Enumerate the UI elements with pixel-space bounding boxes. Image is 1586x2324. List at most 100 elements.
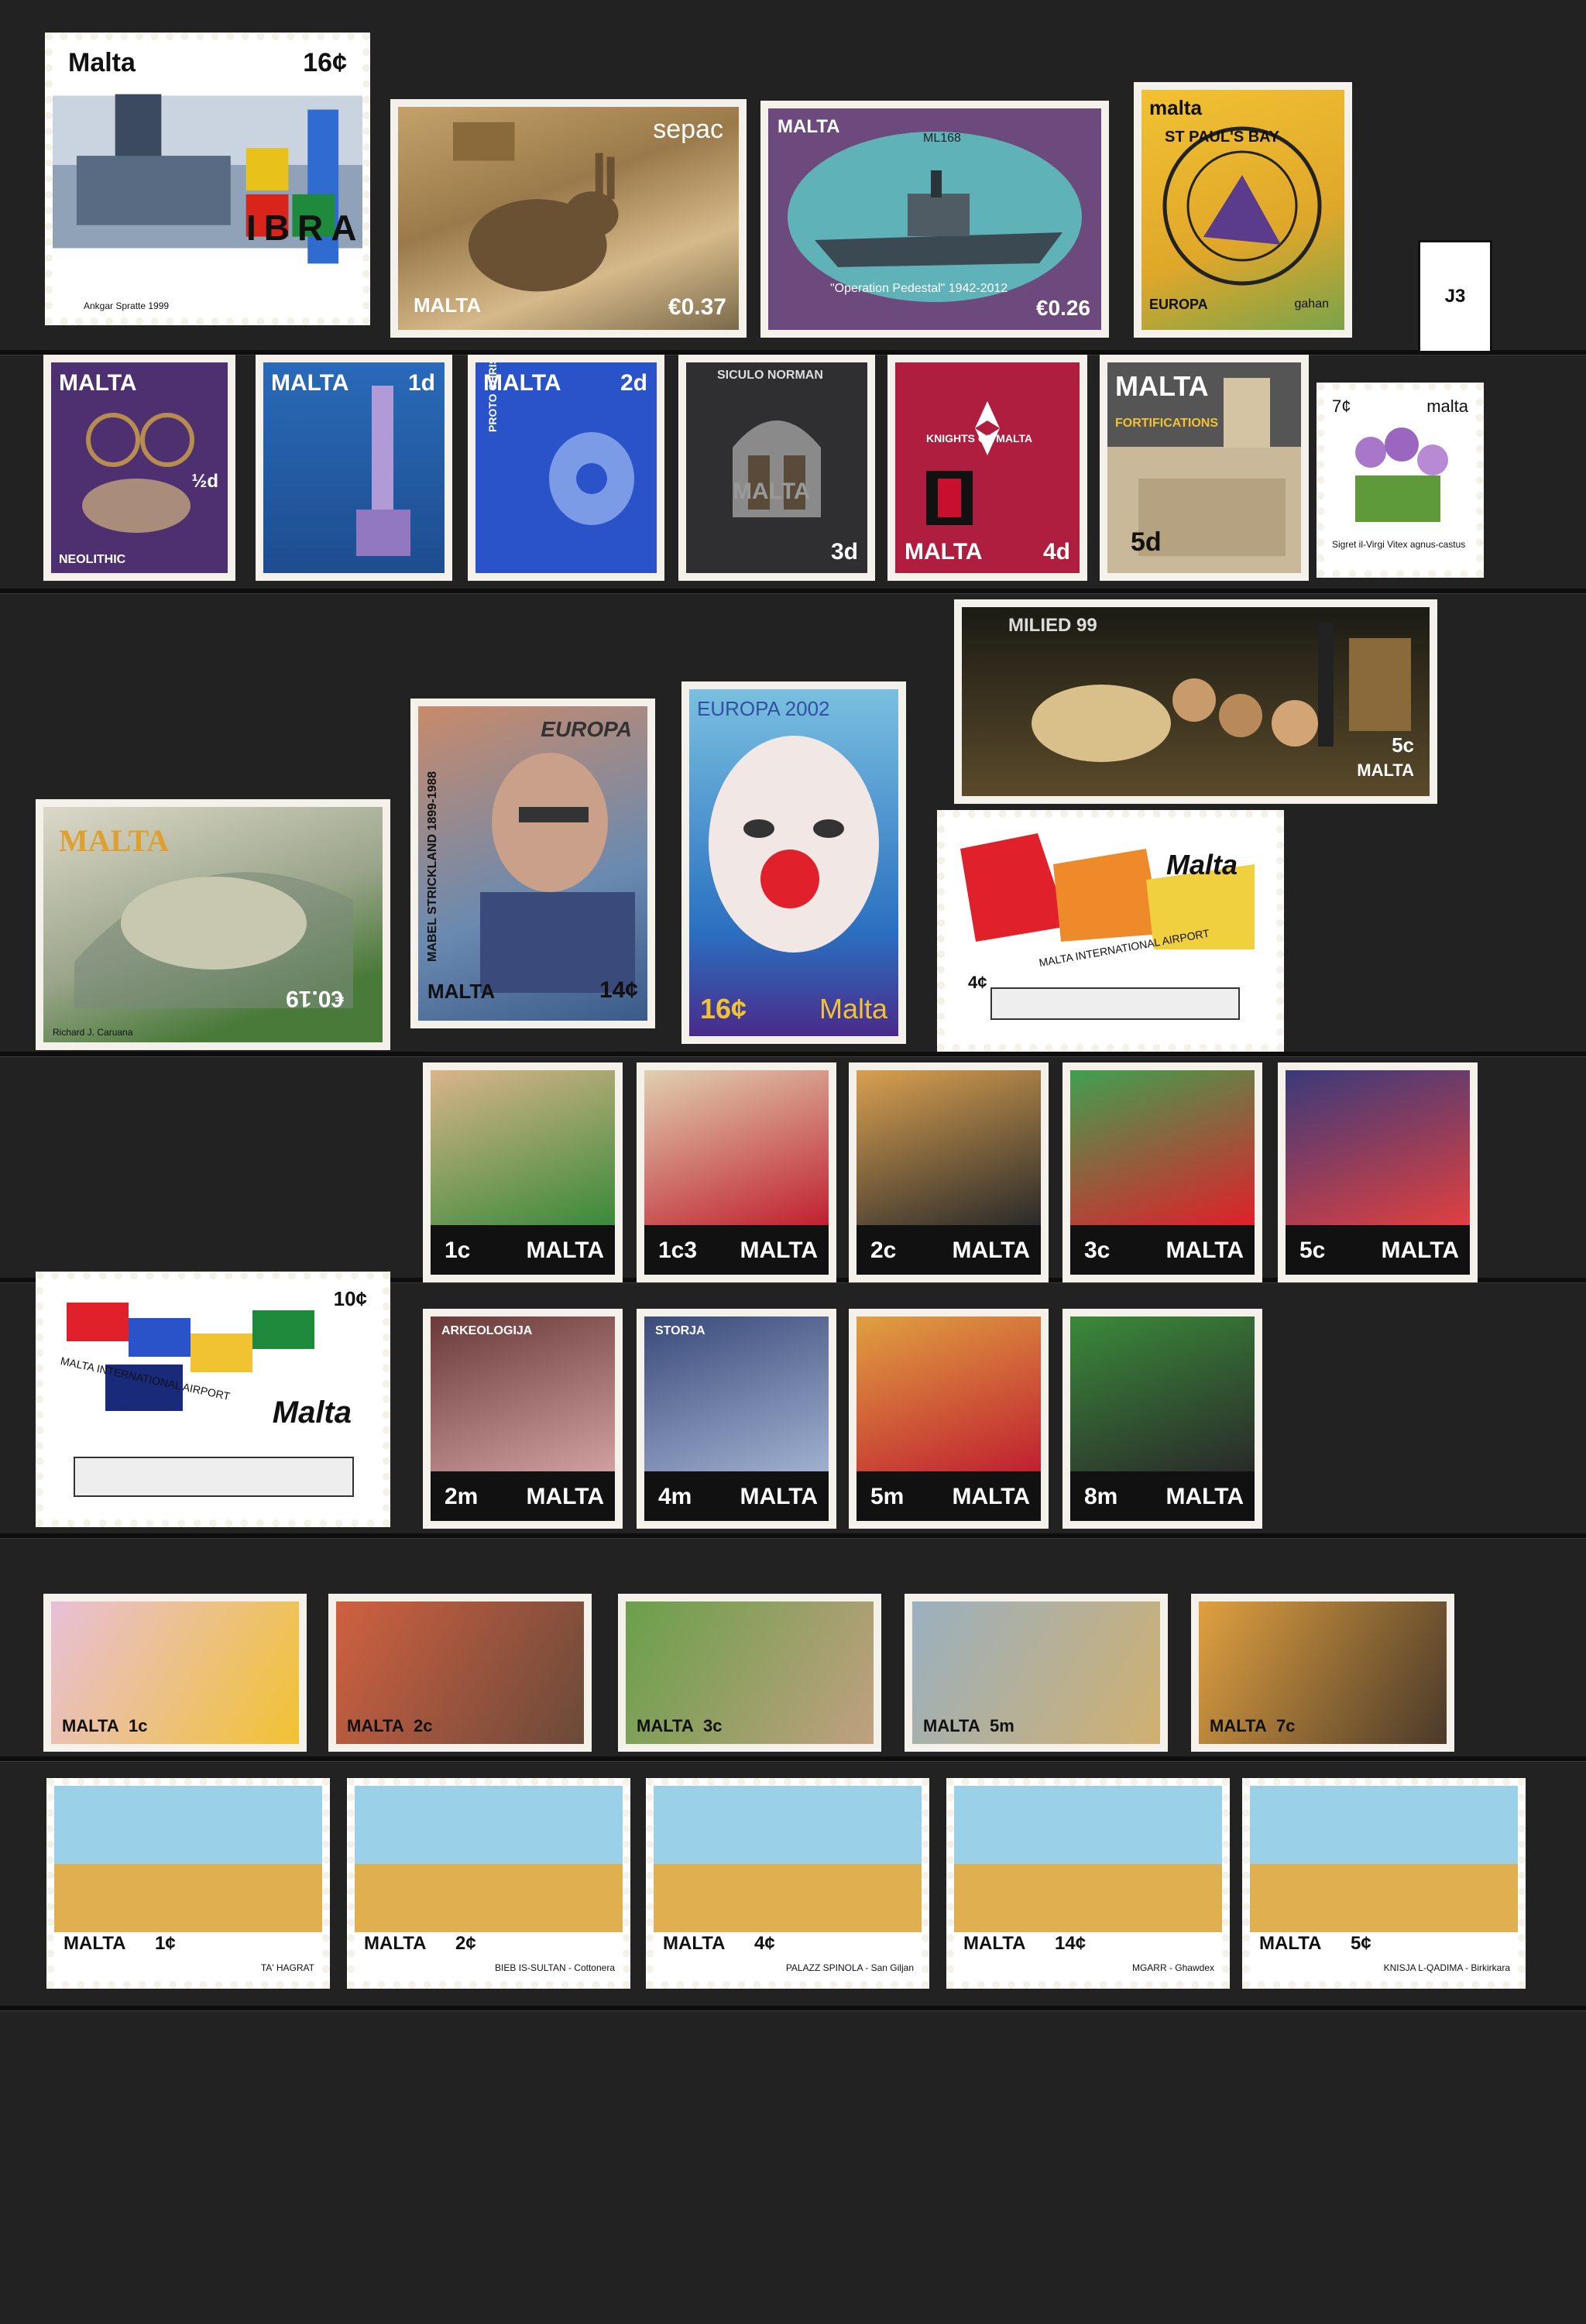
country-label: MALTA — [526, 1238, 604, 1263]
value-label: €0.26 — [1035, 296, 1090, 320]
stamp-occupation-4[interactable]: MALTA 7c — [1191, 1594, 1454, 1752]
stamp-proto-christian[interactable]: MALTA 2d PROTO CHRISTIAN — [468, 355, 664, 581]
theme-label: FORTIFICATIONS — [1115, 417, 1219, 430]
stamp-ship[interactable]: MALTA ML168 "Operation Pedestal" 1942-20… — [760, 101, 1109, 338]
stamp-airport-10c[interactable]: 10¢ Malta MALTA INTERNATIONAL AIRPORT — [36, 1272, 390, 1527]
stamp-airport-4c[interactable]: Malta MALTA INTERNATIONAL AIRPORT 4¢ — [937, 810, 1284, 1052]
stamp-occupation-0[interactable]: MALTA 1c — [43, 1594, 307, 1752]
stamp-clown[interactable]: EUROPA 2002 16¢ Malta — [681, 681, 906, 1044]
stamp-definitive-4[interactable]: 5c MALTA — [1278, 1062, 1478, 1282]
stamp-fortifications[interactable]: MALTA FORTIFICATIONS 5d — [1100, 355, 1309, 581]
album-strip — [0, 1533, 1586, 1539]
stamp-occupation-3[interactable]: MALTA 5m — [905, 1594, 1168, 1752]
stamp-history-3[interactable]: 8m MALTA — [1062, 1309, 1262, 1529]
value-label: 1c — [129, 1716, 148, 1735]
country-label: Malta — [272, 1395, 352, 1430]
album-strip — [0, 2006, 1586, 2011]
place-label: MGARR - Ghawdex — [1131, 1962, 1214, 1973]
stamp-landmark-2[interactable]: MALTA 4¢ PALAZZ SPINOLA - San Giljan — [646, 1778, 929, 1989]
postmark-label: ST PAUL'S BAY — [1165, 129, 1280, 146]
title-label: MILIED 99 — [1008, 615, 1097, 636]
country-label: Malta — [1165, 849, 1238, 881]
value-label: ½d — [191, 471, 218, 492]
country-label: MALTA — [364, 1933, 427, 1954]
country-label: Malta — [819, 993, 887, 1025]
country-label: MALTA — [963, 1933, 1026, 1954]
stamp-definitive-1[interactable]: 1c3 MALTA — [637, 1062, 836, 1282]
stamp-europa-1997[interactable]: malta ST PAUL'S BAY EUROPA gahan — [1134, 82, 1352, 338]
value-label: 4¢ — [968, 973, 987, 992]
stamp-carving[interactable]: MALTA €0.19 Richard J. Caruana — [36, 799, 390, 1050]
value-label: 1d — [407, 370, 435, 396]
stamp-siculo-norman[interactable]: SICULO NORMAN MALTA 3d — [678, 355, 875, 581]
value-label: 2¢ — [455, 1933, 476, 1954]
name-label: MABEL STRICKLAND 1899-1988 — [426, 771, 439, 962]
value-label: 2c — [870, 1238, 897, 1263]
country-label: MALTA — [526, 1484, 604, 1509]
country-label: MALTA — [427, 980, 496, 1003]
country-label: MALTA — [1165, 1238, 1244, 1263]
theme-label: STORJA — [655, 1324, 705, 1337]
credit-label: Ankgar Spratte 1999 — [84, 300, 170, 311]
country-label: MALTA — [663, 1933, 726, 1954]
place-label: BIEB IS-SULTAN - Cottonera — [495, 1962, 615, 1973]
value-label: 4¢ — [754, 1933, 775, 1954]
country-label: MALTA — [1381, 1238, 1459, 1263]
ibra-label: IBRA — [246, 208, 365, 248]
value-label: 5m — [870, 1484, 905, 1509]
value-label: 7¢ — [1332, 396, 1351, 416]
place-label: PALAZZ SPINOLA - San Giljan — [785, 1962, 914, 1973]
value-label: 8m — [1084, 1484, 1118, 1509]
stamp-history-1[interactable]: STORJA 4m MALTA — [637, 1309, 836, 1529]
country-label: MALTA — [778, 116, 840, 137]
album-strip — [0, 589, 1586, 594]
stamp-occupation-2[interactable]: MALTA 3c — [618, 1594, 881, 1752]
stamp-definitive-2[interactable]: 2c MALTA — [849, 1062, 1049, 1282]
value-label: €0.19 — [285, 986, 344, 1011]
place-label: TA' HAGRAT — [260, 1962, 314, 1973]
value-label: 14¢ — [599, 977, 638, 1003]
stamp-neolithic[interactable]: MALTA ½d NEOLITHIC — [43, 355, 235, 581]
stamp-landmark-0[interactable]: MALTA 1¢ TA' HAGRAT — [46, 1778, 330, 1989]
value-label: 10¢ — [333, 1287, 367, 1310]
country-label: MALTA — [347, 1716, 404, 1735]
stamp-occupation-1[interactable]: MALTA 2c — [328, 1594, 592, 1752]
value-label: 5¢ — [1351, 1933, 1371, 1954]
stamp-landmark-3[interactable]: MALTA 14¢ MGARR - Ghawdex — [946, 1778, 1230, 1989]
country-label: MALTA — [637, 1716, 694, 1735]
stamp-milied-99[interactable]: MILIED 99 5c MALTA — [954, 599, 1437, 804]
stamp-phoenician[interactable]: MALTA 1d — [256, 355, 452, 581]
stamp-definitive-3[interactable]: 3c MALTA — [1062, 1062, 1262, 1282]
value-label: 5c — [1392, 733, 1414, 757]
stamp-history-2[interactable]: 5m MALTA — [849, 1309, 1049, 1529]
stamp-landmark-1[interactable]: MALTA 2¢ BIEB IS-SULTAN - Cottonera — [347, 1778, 630, 1989]
country-label: MALTA — [740, 1238, 818, 1263]
stamp-landmark-4[interactable]: MALTA 5¢ KNISJA L-QADIMA - Birkirkara — [1242, 1778, 1526, 1989]
theme-label: ARKEOLOGIJA — [441, 1324, 533, 1337]
theme-label: PROTO CHRISTIAN — [486, 355, 499, 432]
stamp-rabbit[interactable]: sepac MALTA €0.37 — [390, 99, 747, 338]
country-label: MALTA — [271, 370, 349, 396]
value-label: 2c — [414, 1716, 433, 1735]
caption-label: "Operation Pedestal" 1942-2012 — [830, 282, 1008, 295]
credit-label: gahan — [1294, 297, 1330, 311]
country-label: MALTA — [1210, 1716, 1267, 1735]
portrait-illustration — [480, 753, 635, 993]
value-label: 3c — [1084, 1238, 1111, 1263]
country-label: malta — [1149, 96, 1202, 119]
value-label: 4d — [1042, 539, 1070, 565]
stamp-history-0[interactable]: ARKEOLOGIJA 2m MALTA — [423, 1309, 623, 1529]
value-label: 2d — [620, 370, 647, 396]
stamp-definitive-0[interactable]: 1c MALTA — [423, 1062, 623, 1282]
theme-label: KNIGHTS OF MALTA — [926, 432, 1033, 445]
stamp-knights[interactable]: KNIGHTS OF MALTA MALTA 4d — [887, 355, 1087, 581]
album-strip — [0, 1756, 1586, 1762]
value-label: 14¢ — [1055, 1933, 1087, 1954]
stamp-strickland[interactable]: EUROPA MABEL STRICKLAND 1899-1988 MALTA … — [410, 699, 655, 1028]
credit-label: Richard J. Caruana — [53, 1027, 133, 1038]
country-label: MALTA — [1165, 1484, 1244, 1509]
stamp-vitex[interactable]: 7¢ malta Sigret il-Virgi Vitex agnus-cas… — [1317, 383, 1484, 578]
country-label: MALTA — [923, 1716, 980, 1735]
value-label: €0.37 — [668, 294, 726, 320]
stamp-ibra[interactable]: Malta 16¢ IBRA Ankgar Spratte 1999 — [45, 33, 370, 325]
